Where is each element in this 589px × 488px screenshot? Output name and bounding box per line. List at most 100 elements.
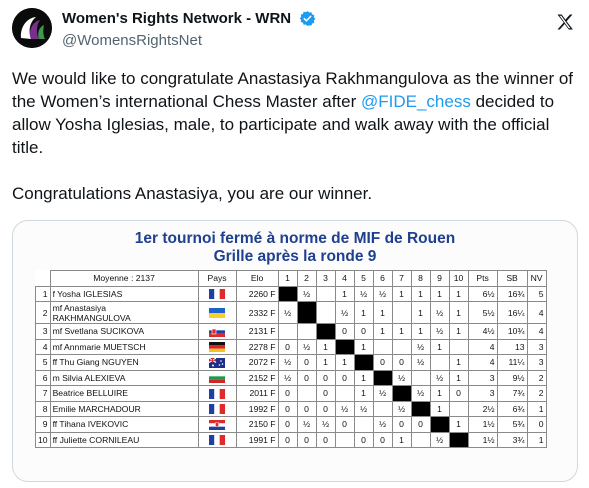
points-header: Pts [467,270,498,287]
tweet-media-image[interactable]: 1er tournoi fermé à norme de MIF de Roue… [12,220,578,482]
result-cell: 1 [315,338,336,355]
fide-mention-link[interactable]: @FIDE_chess [361,92,471,111]
result-cell: 0 [315,431,336,448]
country-cell [197,338,237,355]
tweet-text: We would like to congratulate Anastasiya… [12,67,577,205]
nv-header: NV [526,270,547,287]
result-cell [429,354,450,371]
result-cell: ½ [296,338,317,355]
result-cell [334,385,355,402]
wrn-logo-icon [12,8,52,48]
result-cell: 0 [315,369,336,386]
nv-cell: 2 [526,385,547,402]
verified-badge-icon [299,11,315,27]
result-cell: 1 [353,301,374,324]
result-cell: 1 [372,323,393,340]
result-cell: 1 [448,369,469,386]
player-name: mf Svetlana SUCIKOVA [49,323,199,340]
round-header: 5 [353,270,374,287]
result-cell: ½ [372,416,393,433]
result-cell: 1 [448,416,469,433]
result-cell: 0 [334,416,355,433]
country-cell [197,354,237,371]
result-cell [391,301,412,324]
result-cell: 0 [296,400,317,417]
result-cell: ½ [372,385,393,402]
result-cell: ½ [296,416,317,433]
sb-cell: 11¼ [496,354,528,371]
rank-cell: 7 [35,385,51,402]
result-cell: 0 [277,416,298,433]
result-cell: 1 [410,323,431,340]
result-cell: 1 [334,285,355,302]
germany-flag-icon [209,342,226,353]
player-name: f Yosha IGLESIAS [49,285,199,302]
sb-cell: 16¼ [496,301,528,324]
france-flag-icon [209,404,226,415]
result-cell [277,323,298,340]
rank-cell: 3 [35,323,51,340]
result-cell [372,338,393,355]
player-row: 2 mf Anastasiya RAKHMANGULOVA 2332 F½½111½1… [35,301,547,324]
elo-cell: 2332 F [235,301,279,324]
round-header: 6 [372,270,393,287]
rank-cell: 1 [35,285,51,302]
avatar[interactable] [12,8,52,48]
country-cell [197,400,237,417]
sb-cell: 13 [496,338,528,355]
ukraine-flag-icon [209,307,226,318]
result-cell: 0 [391,416,412,433]
player-row: 7 Beatrice BELLUIRE 2011 F 0 0 1 ½ ½ 1 0 3 7¾ 2 [35,385,547,402]
elo-cell: 1991 F [235,431,279,448]
elo-cell: 2131 F [235,323,279,340]
display-name[interactable]: Women's Rights Network - WRN [62,10,291,27]
points-cell: 1½ [467,416,498,433]
player-row: 1f Yosha IGLESIAS 2260 F ½ 1 ½ ½ 1 1 1 1 6½ 16¾ 5 [35,285,547,302]
x-logo-icon [557,14,573,30]
result-cell: 0 [391,354,412,371]
player-name: ff Tihana IVEKOVIC [49,416,199,433]
nv-cell: 2 [526,369,547,386]
sb-cell: 5¾ [496,416,528,433]
nv-cell: 1 [526,431,547,448]
result-cell: 1 [391,285,412,302]
result-cell: 1 [372,301,393,324]
player-name-cell: mf Anastasiya RAKHMANGULOVA [49,301,199,324]
sb-cell: 16¾ [496,285,528,302]
result-cell [410,369,431,386]
result-cell [334,431,355,448]
tournament-subtitle: Grille après la ronde 9 [213,248,377,265]
country-cell [197,369,237,386]
sb-cell: 7¾ [496,385,528,402]
points-cell: 4½ [467,323,498,340]
result-cell: 1 [429,385,450,402]
nv-cell: 1 [526,400,547,417]
sb-cell: 9½ [496,369,528,386]
result-cell: 1 [353,369,374,386]
player-name: ff Thu Giang NGUYEN [49,354,199,371]
result-cell: ½ [429,369,450,386]
handle[interactable]: @WomensRightsNet [62,32,316,49]
result-cell: ½ [277,369,298,386]
result-cell [391,338,412,355]
player-row: 3 mf Svetlana SUCIKOVA 2131 F 0 0 1 1 1 ½ 1 4½ 10¾ 4 [35,323,547,340]
result-cell: 1 [448,301,469,324]
self-cell [429,416,450,433]
result-cell: 0 [334,369,355,386]
result-cell: ½ [429,301,450,324]
round-header: 9 [429,270,450,287]
result-cell: ½ [410,385,431,402]
elo-cell: 2278 F [235,338,279,355]
country-cell [197,301,237,324]
result-cell: 1 [315,354,336,371]
rank-cell: 9 [35,416,51,433]
result-cell: ½ [334,400,355,417]
self-cell [448,431,469,448]
rank-cell: 6 [35,369,51,386]
points-cell: 3 [467,385,498,402]
tournament-title: 1er tournoi fermé à norme de MIF de Roue… [134,230,456,247]
france-flag-icon [209,388,226,399]
rank-cell: 10 [35,431,51,448]
result-cell: 1 [391,431,412,448]
result-cell: 0 [277,338,298,355]
